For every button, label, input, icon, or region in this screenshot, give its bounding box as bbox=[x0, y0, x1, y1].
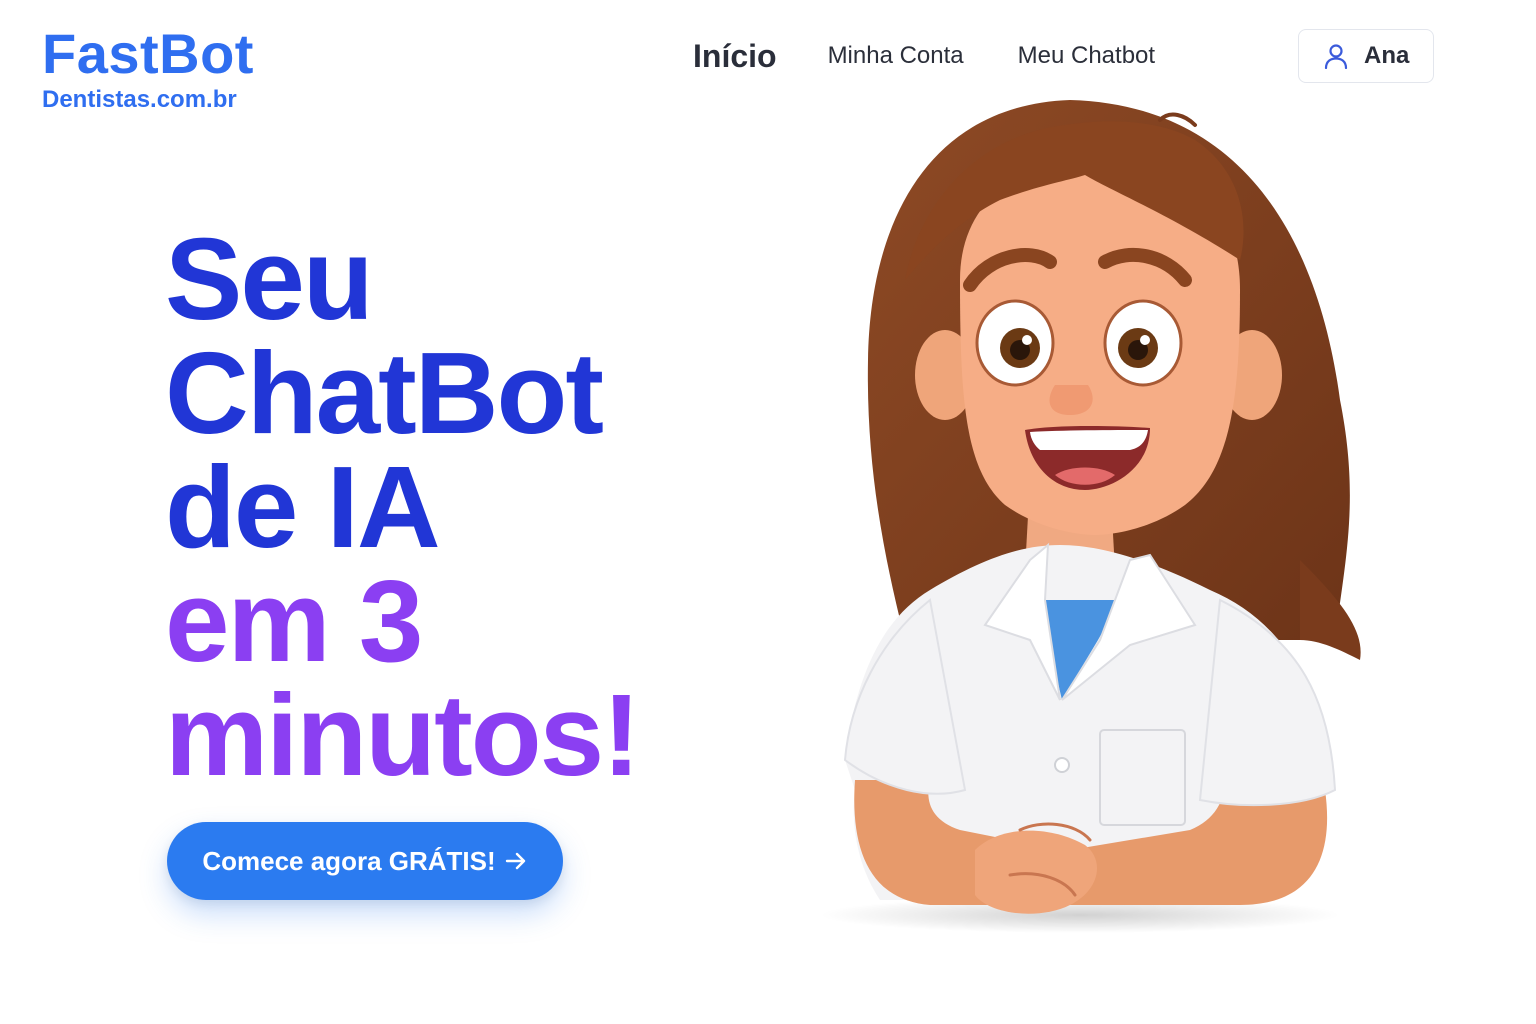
headline-line-2: ChatBot bbox=[165, 328, 604, 458]
arrow-right-icon bbox=[505, 852, 525, 870]
headline-line-1: Seu bbox=[165, 214, 374, 344]
main-nav: Início Minha Conta Meu Chatbot bbox=[693, 34, 1209, 78]
brand-name: FastBot bbox=[42, 22, 254, 85]
brand-domain: Dentistas.com.br bbox=[42, 86, 237, 113]
nav-item-minha-conta[interactable]: Minha Conta bbox=[828, 42, 964, 70]
user-icon bbox=[1324, 44, 1348, 69]
landing-page: FastBot Dentistas.com.br Início Minha Co… bbox=[0, 0, 1536, 1024]
headline-line-3: de IA bbox=[165, 442, 441, 572]
user-menu-button[interactable]: Ana bbox=[1298, 29, 1434, 83]
nav-item-meu-chatbot[interactable]: Meu Chatbot bbox=[1018, 42, 1155, 70]
user-name: Ana bbox=[1364, 42, 1410, 69]
dentist-illustration bbox=[820, 100, 1361, 933]
start-free-button[interactable]: Comece agora GRÁTIS! bbox=[167, 822, 563, 900]
nav-item-inicio[interactable]: Início bbox=[693, 38, 777, 75]
brand-logo[interactable]: FastBot Dentistas.com.br bbox=[42, 24, 254, 114]
headline-line-5: minutos! bbox=[165, 670, 641, 800]
headline-line-4: em 3 bbox=[165, 556, 423, 686]
hero-headline: Seu ChatBot de IA em 3 minutos! bbox=[165, 214, 641, 800]
cta-label: Comece agora GRÁTIS! bbox=[202, 845, 496, 876]
